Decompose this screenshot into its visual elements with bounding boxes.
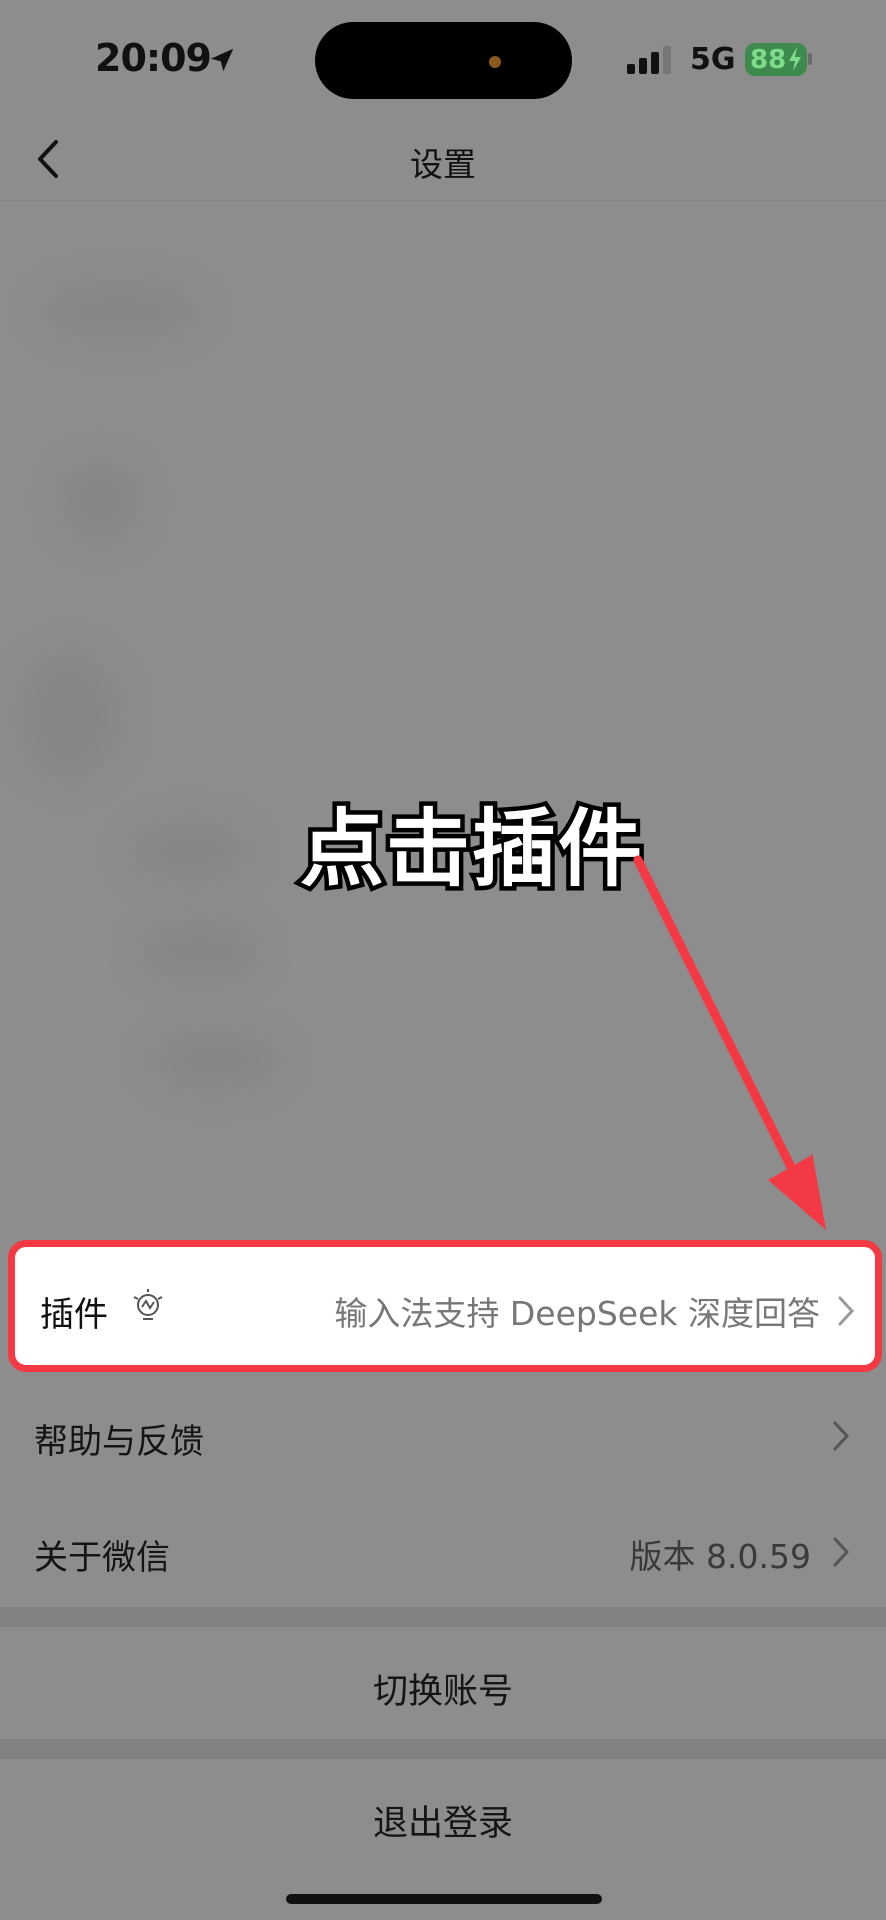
- switch-account-label: 切换账号: [372, 1672, 513, 1712]
- status-time: 20:09: [95, 36, 212, 80]
- section-divider: [0, 1739, 886, 1759]
- chevron-right-icon: [833, 1421, 850, 1451]
- home-indicator[interactable]: [286, 1894, 602, 1904]
- chevron-right-icon: [838, 1296, 855, 1326]
- status-bar: 20:09 5G 88: [0, 0, 886, 120]
- blurred-background: [0, 201, 886, 1231]
- network-type: 5G: [690, 42, 736, 77]
- help-feedback-row[interactable]: 帮助与反馈: [0, 1372, 886, 1492]
- blur-shape: [40, 281, 200, 341]
- switch-account-button[interactable]: 切换账号: [0, 1627, 886, 1739]
- blur-shape: [60, 461, 140, 541]
- blur-shape: [140, 921, 260, 981]
- battery-level: 88: [750, 44, 787, 75]
- logout-button[interactable]: 退出登录: [0, 1759, 886, 1871]
- blur-shape: [150, 1031, 280, 1091]
- plugin-label: 插件: [40, 1295, 108, 1335]
- camera-indicator-icon: [489, 56, 501, 68]
- page-title: 设置: [410, 145, 476, 184]
- section-divider: [0, 1607, 886, 1627]
- chevron-right-icon: [833, 1537, 850, 1567]
- plugin-row[interactable]: 插件 输入法支持 DeepSeek 深度回答: [8, 1240, 882, 1372]
- navigation-bar: 设置: [0, 120, 886, 201]
- battery-tip: [808, 53, 812, 65]
- about-wechat-row[interactable]: 关于微信 版本 8.0.59: [0, 1492, 886, 1607]
- battery-indicator: 88: [745, 43, 807, 76]
- blur-shape: [20, 651, 120, 781]
- blur-shape: [130, 821, 250, 881]
- charging-bolt-icon: [789, 47, 801, 71]
- location-arrow-icon: [210, 48, 234, 72]
- version-value: 版本 8.0.59: [629, 1537, 811, 1576]
- callout-text: 点击插件: [295, 796, 646, 903]
- logout-label: 退出登录: [372, 1804, 513, 1844]
- plugin-value: 输入法支持 DeepSeek 深度回答: [334, 1294, 820, 1333]
- about-wechat-label: 关于微信: [34, 1538, 170, 1578]
- dynamic-island: [315, 22, 572, 99]
- signal-strength-icon: [627, 46, 671, 74]
- help-feedback-label: 帮助与反馈: [34, 1422, 204, 1462]
- lightbulb-icon: [133, 1289, 163, 1320]
